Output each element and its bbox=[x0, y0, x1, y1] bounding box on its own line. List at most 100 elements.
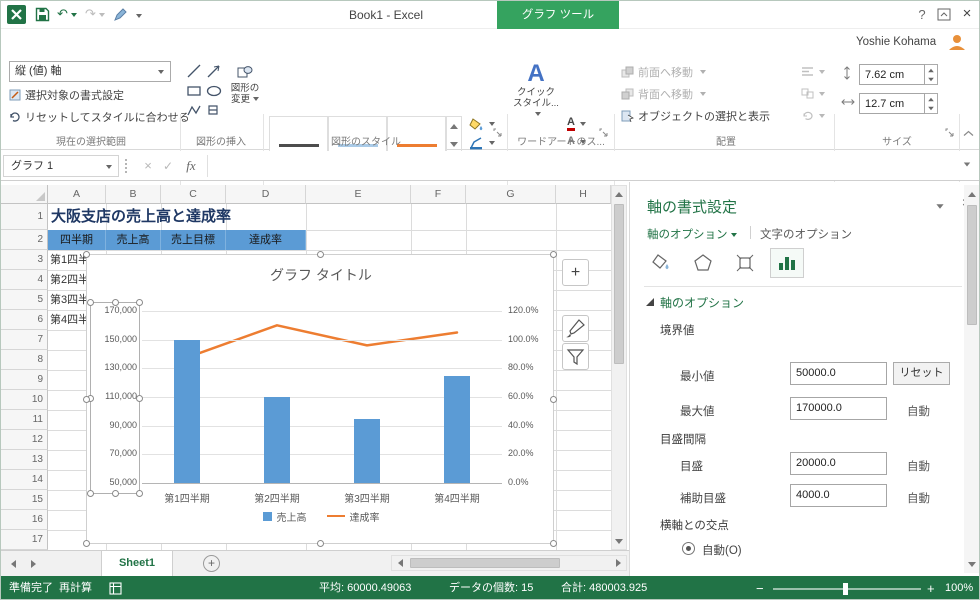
row-header-14[interactable]: 14 bbox=[1, 470, 48, 490]
chart-legend[interactable]: 売上高 達成率 bbox=[87, 507, 555, 525]
zoom-in-icon[interactable]: + bbox=[927, 576, 935, 599]
minor-input[interactable]: 4000.0 bbox=[790, 484, 887, 507]
secondary-axis-label[interactable]: 80.0% bbox=[508, 362, 554, 372]
axis-options-icon[interactable] bbox=[770, 248, 804, 278]
column-header-B[interactable]: B bbox=[106, 185, 161, 204]
row-header-16[interactable]: 16 bbox=[1, 510, 48, 530]
maximum-label: 最大値 bbox=[680, 406, 715, 418]
effects-icon[interactable] bbox=[686, 248, 720, 278]
zoom-out-icon[interactable]: − bbox=[756, 576, 764, 599]
chart-elements-button[interactable]: + bbox=[562, 259, 589, 286]
row-header-5[interactable]: 5 bbox=[1, 290, 48, 310]
value-axis-label[interactable]: 170,000 bbox=[91, 305, 137, 315]
scroll-down-icon[interactable] bbox=[614, 535, 624, 547]
value-axis-label[interactable]: 150,000 bbox=[91, 334, 137, 344]
section-axis-options[interactable]: 軸のオプション bbox=[660, 294, 744, 311]
legend-item-bar[interactable]: 売上高 bbox=[262, 509, 307, 524]
chart-bar-4[interactable] bbox=[444, 375, 470, 483]
value-axis-label[interactable]: 70,000 bbox=[91, 448, 137, 458]
status-count[interactable]: データの個数: 15 bbox=[449, 576, 533, 599]
pane-scrollbar[interactable] bbox=[964, 185, 979, 573]
sheet-nav-left-icon[interactable] bbox=[11, 560, 16, 568]
zoom-slider-thumb[interactable] bbox=[843, 583, 848, 595]
cell-table-header[interactable]: 売上目標 bbox=[161, 230, 226, 250]
macro-record-icon[interactable] bbox=[109, 582, 122, 595]
column-header-H[interactable]: H bbox=[556, 185, 611, 204]
column-header-G[interactable]: G bbox=[466, 185, 556, 204]
minimum-input[interactable]: 50000.0 bbox=[790, 362, 887, 385]
row-header-9[interactable]: 9 bbox=[1, 370, 48, 390]
hscroll-left-icon[interactable] bbox=[394, 558, 406, 568]
secondary-axis-label[interactable]: 40.0% bbox=[508, 420, 554, 430]
row-header-15[interactable]: 15 bbox=[1, 490, 48, 510]
row-header-10[interactable]: 10 bbox=[1, 390, 48, 410]
chart-filters-button[interactable] bbox=[562, 343, 589, 370]
chart-bar-3[interactable] bbox=[354, 418, 380, 483]
sheet-nav-right-icon[interactable] bbox=[31, 560, 36, 568]
chart-bar-1[interactable] bbox=[174, 339, 200, 483]
secondary-axis-label[interactable]: 20.0% bbox=[508, 448, 554, 458]
value-axis-label[interactable]: 90,000 bbox=[91, 420, 137, 430]
row-header-6[interactable]: 6 bbox=[1, 310, 48, 330]
cell-table-header[interactable]: 四半期 bbox=[48, 230, 106, 250]
auto-radio-label[interactable]: 自動(O) bbox=[702, 542, 742, 558]
major-input[interactable]: 20000.0 bbox=[790, 452, 887, 475]
category-label[interactable]: 第4四半期 bbox=[419, 490, 495, 505]
chart-title[interactable]: グラフ タイトル bbox=[87, 265, 555, 285]
legend-item-line[interactable]: 達成率 bbox=[326, 509, 380, 524]
row-header-12[interactable]: 12 bbox=[1, 430, 48, 450]
row-header-2[interactable]: 2 bbox=[1, 230, 48, 250]
row-header-3[interactable]: 3 bbox=[1, 250, 48, 270]
reset-button[interactable]: リセット bbox=[893, 362, 950, 385]
row-header-4[interactable]: 4 bbox=[1, 270, 48, 290]
secondary-axis-label[interactable]: 120.0% bbox=[508, 305, 554, 315]
secondary-axis-label[interactable]: 0.0% bbox=[508, 477, 554, 487]
status-sum[interactable]: 合計: 480003.925 bbox=[561, 576, 647, 599]
row-header-17[interactable]: 17 bbox=[1, 530, 48, 550]
value-axis-label[interactable]: 110,000 bbox=[91, 391, 137, 401]
secondary-axis-label[interactable]: 100.0% bbox=[508, 334, 554, 344]
row-header-13[interactable]: 13 bbox=[1, 450, 48, 470]
status-average[interactable]: 平均: 60000.49063 bbox=[319, 576, 411, 599]
new-sheet-button[interactable]: + bbox=[203, 555, 220, 572]
column-header-A[interactable]: A bbox=[48, 185, 106, 204]
row-header-8[interactable]: 8 bbox=[1, 350, 48, 370]
cell-table-header[interactable]: 達成率 bbox=[226, 230, 306, 250]
scroll-up-icon[interactable] bbox=[614, 188, 624, 200]
chart[interactable]: グラフ タイトル 170,000 120.0% 150,000 100.0% 130,0… bbox=[83, 251, 557, 547]
cell-title[interactable]: 大阪支店の売上高と達成率 bbox=[51, 204, 331, 230]
column-header-C[interactable]: C bbox=[161, 185, 226, 204]
pane-tab-axis-options[interactable]: 軸のオプション bbox=[647, 226, 737, 242]
row-header-11[interactable]: 11 bbox=[1, 410, 48, 430]
pane-tab-text-options[interactable]: 文字のオプション bbox=[760, 226, 852, 242]
category-label[interactable]: 第3四半期 bbox=[329, 490, 405, 505]
category-label[interactable]: 第1四半期 bbox=[149, 490, 225, 505]
zoom-level[interactable]: 100% bbox=[945, 576, 973, 599]
pane-scroll-up-icon[interactable] bbox=[967, 188, 977, 200]
status-calculate[interactable]: 再計算 bbox=[59, 576, 92, 599]
maximum-input[interactable]: 170000.0 bbox=[790, 397, 887, 420]
horizontal-scrollbar[interactable] bbox=[391, 555, 627, 571]
pane-scroll-down-icon[interactable] bbox=[967, 558, 977, 570]
value-axis-label[interactable]: 130,000 bbox=[91, 362, 137, 372]
hscroll-right-icon[interactable] bbox=[612, 558, 624, 568]
row-header-7[interactable]: 7 bbox=[1, 330, 48, 350]
category-label[interactable]: 第2四半期 bbox=[239, 490, 315, 505]
select-all-corner[interactable] bbox=[1, 185, 48, 204]
sheet-tab-sheet1[interactable]: Sheet1 bbox=[101, 551, 173, 577]
column-header-F[interactable]: F bbox=[411, 185, 466, 204]
grid-vertical-scrollbar[interactable] bbox=[611, 185, 627, 550]
secondary-axis-label[interactable]: 60.0% bbox=[508, 391, 554, 401]
section-expander-icon[interactable] bbox=[646, 298, 654, 306]
fill-line-icon[interactable] bbox=[644, 248, 678, 278]
row-header-1[interactable]: 1 bbox=[1, 204, 48, 230]
pane-menu-icon[interactable] bbox=[936, 204, 944, 209]
chart-styles-button[interactable] bbox=[562, 315, 589, 342]
value-axis-label[interactable]: 50,000 bbox=[91, 477, 137, 487]
column-header-E[interactable]: E bbox=[306, 185, 411, 204]
chart-bar-2[interactable] bbox=[264, 397, 290, 483]
column-header-D[interactable]: D bbox=[226, 185, 306, 204]
auto-radio[interactable] bbox=[682, 542, 695, 555]
cell-table-header[interactable]: 売上高 bbox=[106, 230, 161, 250]
size-properties-icon[interactable] bbox=[728, 248, 762, 278]
